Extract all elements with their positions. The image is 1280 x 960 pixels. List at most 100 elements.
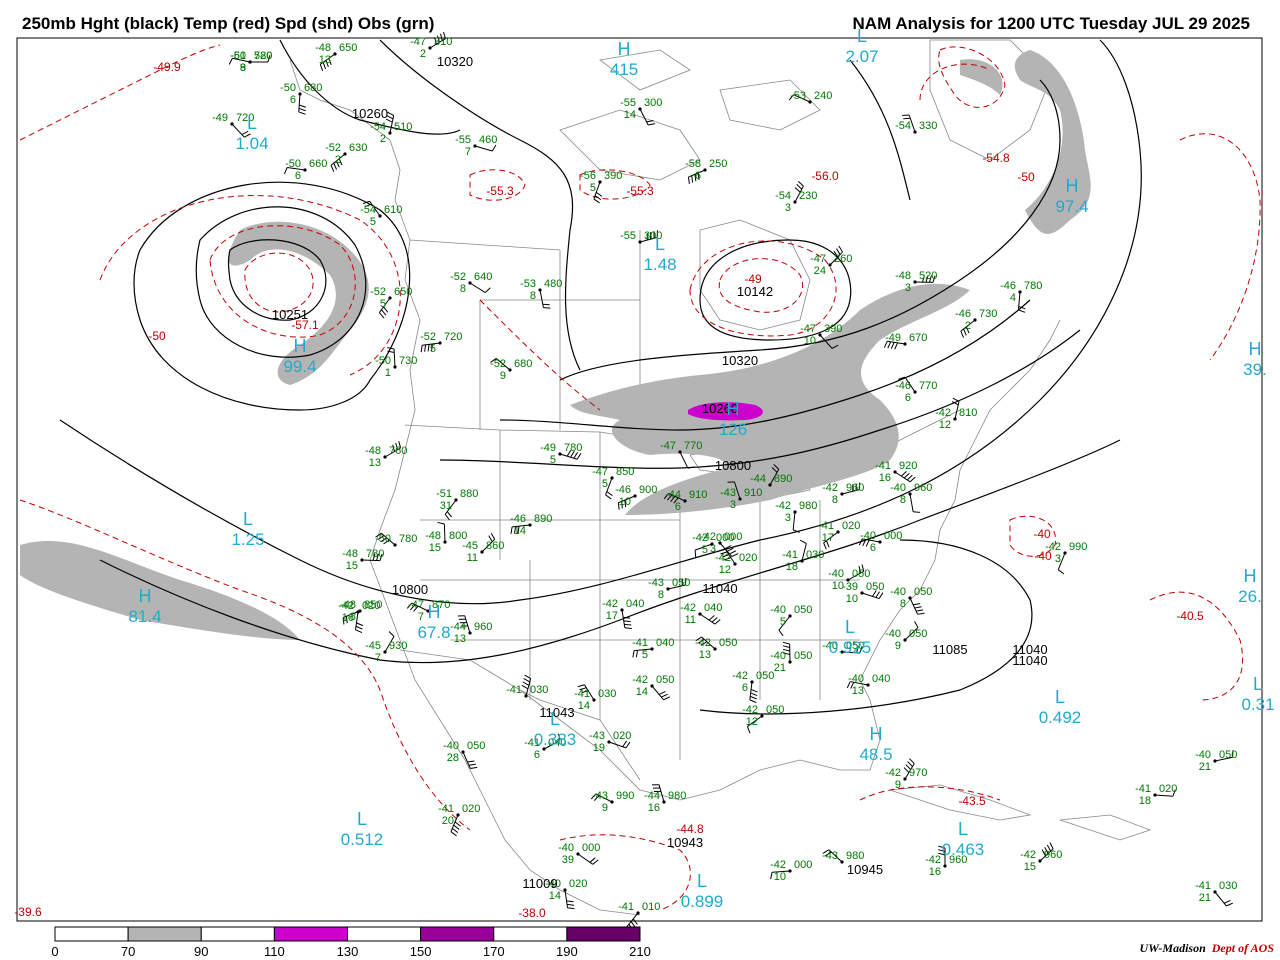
station-ob: -52 720 5	[420, 331, 462, 355]
ob-temp: -48	[315, 42, 331, 54]
station-dot	[563, 888, 567, 892]
height-label: 10800	[715, 458, 751, 473]
ob-dewpoint: 1	[385, 367, 391, 379]
station-dot	[788, 660, 792, 664]
ob-dewpoint: 10	[846, 593, 858, 605]
ob-dewpoint: 5	[702, 544, 708, 556]
ob-height: 650	[394, 286, 412, 298]
ob-dewpoint: 7	[375, 652, 381, 664]
station-dot	[303, 168, 307, 172]
ob-height: 960	[914, 482, 932, 494]
ob-temp: -50	[375, 355, 391, 367]
ob-dewpoint: 4	[1010, 292, 1016, 304]
ob-height: 020	[613, 730, 631, 742]
ob-temp: -41	[632, 637, 648, 649]
station-dot	[528, 523, 532, 527]
station-dot	[461, 750, 465, 754]
station-ob: -42 040 11	[680, 602, 722, 626]
ob-temp: -45	[365, 640, 381, 652]
temp-contour-11	[479, 299, 601, 411]
station-dot	[650, 647, 654, 651]
wind-barb	[298, 93, 307, 115]
ob-dewpoint: 20	[442, 815, 454, 827]
ob-temp: -51	[436, 488, 452, 500]
ob-dewpoint: 18	[1139, 795, 1151, 807]
station-ob: -46 890 14	[510, 513, 552, 537]
ob-dewpoint: 2	[420, 48, 426, 60]
station-dot	[428, 46, 432, 50]
ob-height: 650	[339, 42, 357, 54]
station-dot	[508, 368, 512, 372]
ob-height: 050	[672, 577, 690, 589]
height-label: 11009	[522, 876, 557, 891]
station-dot	[666, 587, 670, 591]
ob-temp: -42	[1020, 849, 1036, 861]
ob-height: 780	[366, 548, 384, 560]
ob-temp: -49	[885, 332, 901, 344]
ob-temp: -48	[895, 270, 911, 282]
ob-height: 730	[979, 308, 997, 320]
ob-height: 910	[689, 489, 707, 501]
ob-height: 980	[799, 500, 817, 512]
ob-dewpoint: 10	[774, 871, 786, 883]
ob-height: 050	[467, 740, 485, 752]
ob-height: 630	[349, 142, 367, 154]
speed-extremum-type: L	[247, 113, 257, 133]
ob-temp: -42	[742, 704, 758, 716]
station-ob: -42 000 10	[770, 859, 812, 883]
station-ob: -42 050 12	[742, 704, 784, 728]
station-ob: -40 050 28	[443, 740, 485, 764]
ob-height: 000	[794, 859, 812, 871]
ob-dewpoint: 15	[429, 542, 441, 554]
station-dot	[454, 498, 458, 502]
station-ob: -43 990 9	[592, 790, 634, 814]
scale-tick-150: 150	[409, 944, 432, 959]
ob-temp: -40	[885, 628, 901, 640]
ob-temp: -50	[375, 533, 391, 545]
speed-extremum-type: L	[550, 709, 560, 729]
ob-temp: -50	[285, 158, 301, 170]
ob-temp: -42	[885, 767, 901, 779]
speed-extremum-type: H	[428, 602, 441, 622]
ob-dewpoint: 2	[965, 320, 971, 332]
ob-dewpoint: 13	[699, 649, 711, 661]
speed-extremum-type: L	[243, 509, 253, 529]
height-contour-2	[133, 181, 411, 411]
ob-temp: -41	[782, 549, 798, 561]
ob-height: 890	[534, 513, 552, 525]
ob-dewpoint: 5	[370, 216, 376, 228]
height-label: 10945	[847, 862, 883, 877]
station-dot	[703, 168, 707, 172]
ob-dewpoint: 16	[648, 802, 660, 814]
station-dot	[388, 131, 392, 135]
station-dot	[378, 214, 382, 218]
station-dot	[333, 52, 337, 56]
ob-dewpoint: 11	[685, 614, 696, 626]
speed-extremum: H415	[610, 39, 638, 79]
ob-temp: -47	[408, 599, 424, 611]
ob-dewpoint: 14	[636, 686, 648, 698]
ob-dewpoint: 3	[785, 512, 791, 524]
speed-extremum-type: L	[1253, 674, 1263, 694]
station-ob: -48 780 15	[342, 548, 384, 572]
ob-dewpoint: 5	[430, 343, 436, 355]
station-ob: -41 030 21	[1195, 880, 1237, 904]
speed-extremum-value: 0.899	[681, 892, 724, 911]
ob-height: 040	[626, 598, 644, 610]
ob-height: 230	[799, 190, 817, 202]
ob-height: 040	[872, 673, 890, 685]
ob-temp: -41	[506, 684, 522, 696]
ob-temp: -42	[770, 859, 786, 871]
ob-height: 020	[362, 600, 380, 612]
ob-dewpoint: 9	[895, 640, 901, 652]
ob-temp: -40	[890, 586, 906, 598]
station-ob: -40 050 5	[770, 604, 812, 628]
height-label: 10800	[392, 582, 428, 597]
ob-temp: -42	[732, 670, 748, 682]
wind-barb	[909, 493, 921, 513]
wind-barb	[749, 681, 758, 703]
station-dot	[383, 455, 387, 459]
station-dot	[393, 365, 397, 369]
ob-dewpoint: 39	[562, 854, 574, 866]
ob-temp: -50	[280, 82, 296, 94]
